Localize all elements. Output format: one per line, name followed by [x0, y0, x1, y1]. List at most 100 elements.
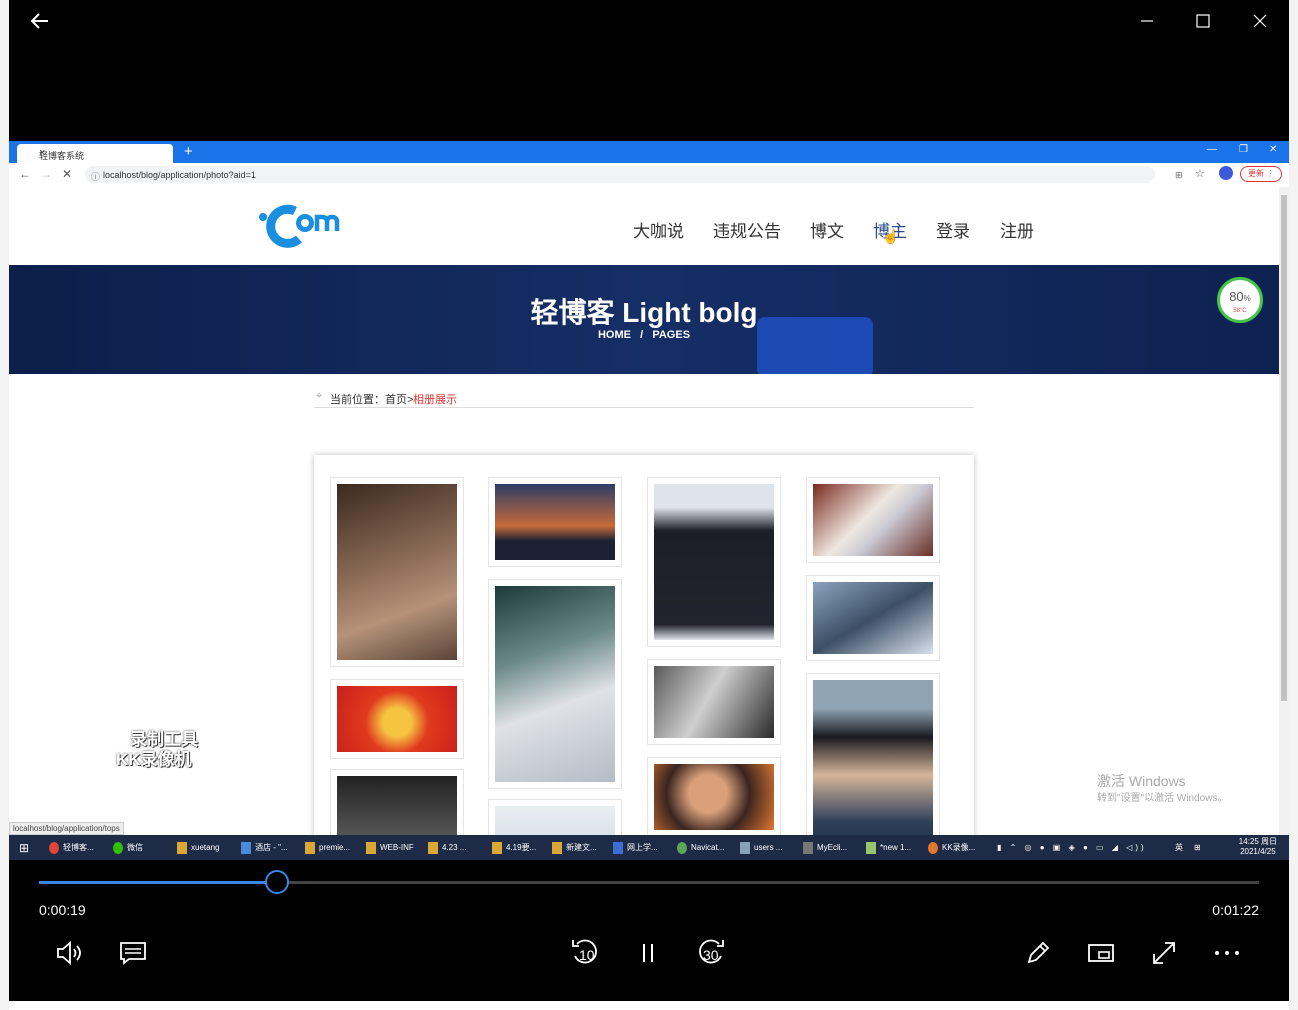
taskbar-item[interactable]: Navicat...	[677, 835, 724, 860]
taskbar-label: 4.19要...	[506, 843, 537, 852]
picture-in-picture-icon	[1088, 944, 1114, 962]
more-options-button[interactable]	[1210, 936, 1244, 970]
photo-item[interactable]	[647, 659, 781, 745]
nav-item-announcements[interactable]: 违规公告	[713, 217, 781, 242]
clock-date: 2021/4/25	[1240, 847, 1276, 856]
taskbar-item[interactable]: KK录像...	[928, 835, 975, 860]
edit-button[interactable]	[1021, 936, 1055, 970]
taskbar-label: 网上学...	[627, 843, 658, 852]
taskbar-item[interactable]: 微信	[113, 835, 143, 860]
photo-item[interactable]	[647, 477, 781, 647]
start-icon[interactable]: ⊞	[19, 835, 29, 860]
browser-close-icon[interactable]: ✕	[1269, 144, 1277, 155]
taskbar-label: 微信	[127, 843, 143, 852]
site-logo[interactable]	[255, 203, 345, 249]
taskbar-label: 4.23 ...	[442, 843, 467, 852]
translate-icon[interactable]: ⊞	[1175, 170, 1183, 181]
info-icon: ⓘ	[91, 172, 101, 182]
update-button[interactable]: 更新 ⋮	[1240, 166, 1283, 182]
browser-tab[interactable]: 轻博客系统 ×	[17, 144, 173, 163]
url-field[interactable]: ⓘ localhost/blog/application/photo?aid=1…	[85, 166, 1183, 183]
taskbar-item[interactable]: WEB-INF	[366, 835, 414, 860]
photo-item[interactable]	[647, 757, 781, 837]
taskbar-item[interactable]: premie...	[305, 835, 350, 860]
tray-icons[interactable]: ▮ ⌃ ◎ ● ▣ ◈ ● ▭ ◢ ◁))	[997, 835, 1147, 860]
nav-item-dakashuo[interactable]: 大咖说	[633, 217, 684, 242]
browser-back-icon[interactable]: ←	[19, 167, 31, 181]
taskbar-label: 轻博客...	[63, 843, 94, 852]
page-scrollbar[interactable]	[1279, 187, 1289, 835]
nav-item-register[interactable]: 注册	[1000, 217, 1034, 242]
taskbar-item[interactable]: MyEcli...	[803, 835, 847, 860]
photo-item[interactable]	[488, 477, 622, 567]
taskbar-item[interactable]: 新建文...	[552, 835, 597, 860]
crumb-pages[interactable]: PAGES	[652, 329, 690, 341]
maximize-button[interactable]	[1190, 8, 1216, 34]
avatar[interactable]	[1219, 166, 1233, 180]
seek-bar[interactable]	[39, 881, 1259, 884]
seek-knob[interactable]	[265, 870, 289, 894]
skip-back-button[interactable]: 10	[567, 934, 603, 970]
taskbar-item[interactable]: 轻博客...	[49, 835, 94, 860]
taskbar-label: premie...	[319, 843, 351, 852]
video-frame[interactable]: 轻博客系统 × + — ❐ ✕ ← → ✕ ⓘ localhost/blog/a…	[9, 141, 1289, 860]
arrow-left-icon	[30, 13, 48, 29]
tab-close-icon[interactable]: ×	[39, 147, 167, 159]
taskbar-label: *new 1...	[880, 843, 912, 852]
taskbar-clock[interactable]: 14:25 周日 2021/4/25	[1239, 837, 1277, 857]
nav-item-posts[interactable]: 博文	[810, 217, 844, 242]
cpu-monitor-widget[interactable]: 80% 58°C	[1217, 277, 1263, 323]
more-icon	[1215, 951, 1239, 955]
minimize-button[interactable]	[1134, 8, 1160, 34]
stop-loading-icon[interactable]: ✕	[62, 167, 72, 181]
clock-time: 14:25 周日	[1238, 837, 1277, 846]
volume-button[interactable]	[53, 936, 87, 970]
taskbar-item[interactable]: 4.23 ...	[428, 835, 466, 860]
crumb-separator: /	[640, 329, 644, 341]
fullscreen-button[interactable]	[1147, 936, 1181, 970]
taskbar-item[interactable]: *new 1...	[866, 835, 911, 860]
mini-view-button[interactable]	[1084, 936, 1118, 970]
photo-item[interactable]	[806, 575, 940, 661]
taskbar-label: 新建文...	[566, 843, 597, 852]
photo-gallery	[314, 455, 974, 860]
photo-item[interactable]	[806, 673, 940, 860]
taskbar-item[interactable]: xuetang	[177, 835, 219, 860]
browser-forward-icon[interactable]: →	[40, 167, 52, 181]
browser-tab-bar: 轻博客系统 × + — ❐ ✕	[9, 141, 1289, 163]
captions-button[interactable]	[116, 936, 150, 970]
seek-progress	[39, 881, 277, 884]
pause-button[interactable]	[631, 936, 665, 970]
pause-icon	[643, 944, 653, 962]
photo-item[interactable]	[330, 477, 464, 667]
photo-item[interactable]	[806, 477, 940, 563]
taskbar-item[interactable]: 网上学...	[613, 835, 658, 860]
taskbar-item[interactable]: 酒店 - "...	[241, 835, 288, 860]
photo-item[interactable]	[488, 579, 622, 789]
new-tab-button[interactable]: +	[184, 143, 193, 160]
taskbar-item[interactable]: users ...	[740, 835, 782, 860]
skip-forward-label: 30	[703, 947, 719, 963]
mouse-cursor-icon: ☝	[882, 228, 900, 244]
status-url: localhost/blog/application/tops	[9, 822, 124, 835]
location-pin-icon: ⌖	[316, 390, 323, 402]
banner-title: 轻博客 Light bolg	[530, 297, 758, 328]
star-icon[interactable]: ☆	[1195, 167, 1205, 180]
nav-item-login[interactable]: 登录	[936, 217, 970, 242]
taskbar-label: xuetang	[191, 843, 220, 852]
ime-grid-icon[interactable]: ⊞	[1194, 835, 1201, 860]
photo-item[interactable]	[330, 679, 464, 759]
total-time: 0:01:22	[1212, 902, 1259, 918]
recorder-line2: KK录像机	[116, 750, 192, 769]
taskbar-item[interactable]: 4.19要...	[492, 835, 536, 860]
ime-indicator[interactable]: 英	[1175, 835, 1183, 860]
browser-minimize-icon[interactable]: —	[1207, 144, 1217, 155]
close-button[interactable]	[1247, 8, 1273, 34]
skip-forward-button[interactable]: 30	[693, 934, 729, 970]
scrollbar-thumb[interactable]	[1281, 195, 1287, 701]
browser-restore-icon[interactable]: ❐	[1239, 144, 1248, 155]
crumb-home[interactable]: HOME	[598, 329, 631, 341]
update-label: 更新	[1248, 169, 1264, 178]
back-button[interactable]	[27, 8, 53, 34]
activate-windows-title: 激活 Windows	[1097, 773, 1186, 789]
